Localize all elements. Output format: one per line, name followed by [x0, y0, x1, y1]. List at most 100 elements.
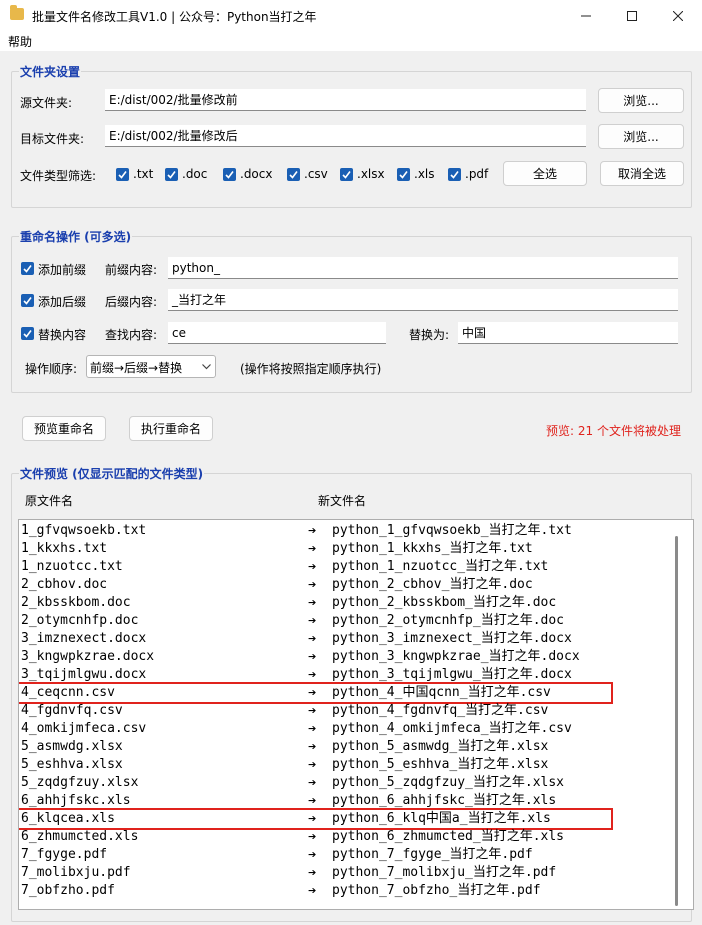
checkmark-icon — [23, 265, 32, 273]
add-prefix-label: 添加前缀 — [38, 263, 87, 277]
checkmark-icon — [167, 171, 176, 179]
chevron-down-icon — [202, 364, 211, 370]
checkmark-icon — [118, 171, 127, 179]
list-item[interactable]: 7_obfzho.pdf ➔ python_7_obfzho_当打之年.pdf — [19, 882, 679, 900]
browse-target-button[interactable]: 浏览... — [598, 124, 684, 149]
list-item[interactable]: 5_zqdgfzuy.xlsx ➔ python_5_zqdgfzuy_当打之年.x… — [19, 774, 679, 792]
new-filename: python_3_kngwpkzrae_当打之年.docx — [332, 649, 580, 664]
list-item[interactable]: 6_zhmumcted.xls ➔ python_6_zhmumcted_当打之年.… — [19, 828, 679, 846]
filter-checkbox[interactable] — [116, 168, 129, 181]
filter-checkbox[interactable] — [223, 168, 236, 181]
prefix-input[interactable]: python_ — [168, 257, 678, 279]
list-item[interactable]: 3_kngwpkzrae.docx ➔ python_3_kngwpkzrae_当打… — [19, 648, 679, 666]
list-item[interactable]: 2_kbsskbom.doc ➔ python_2_kbsskbom_当打之年.do… — [19, 594, 679, 612]
select-all-button[interactable]: 全选 — [503, 161, 587, 186]
filter-label: .doc — [182, 167, 208, 181]
order-label: 操作顺序: — [25, 362, 78, 376]
filter-checkbox[interactable] — [287, 168, 300, 181]
arrow-icon: ➔ — [308, 865, 317, 881]
minimize-button[interactable] — [563, 0, 609, 31]
rename-ops-title: 重命名操作 (可多选) — [19, 228, 133, 245]
add-suffix-label: 添加后缀 — [38, 295, 87, 309]
list-item[interactable]: 2_otymcnhfp.doc ➔ python_2_otymcnhfp_当打之年.… — [19, 612, 679, 630]
scrollbar[interactable] — [675, 536, 678, 906]
list-item[interactable]: 5_asmwdg.xlsx ➔ python_5_asmwdg_当打之年.xlsx — [19, 738, 679, 756]
filter-label: .docx — [240, 167, 273, 181]
arrow-icon: ➔ — [308, 631, 317, 647]
deselect-all-button[interactable]: 取消全选 — [600, 161, 684, 186]
prefix-content-label: 前缀内容: — [105, 263, 158, 277]
find-input[interactable]: ce — [168, 322, 386, 344]
arrow-icon: ➔ — [308, 829, 317, 845]
source-folder-input[interactable]: E:/dist/002/批量修改前 — [105, 89, 586, 111]
maximize-button[interactable] — [609, 0, 655, 31]
list-item[interactable]: 2_cbhov.doc ➔ python_2_cbhov_当打之年.doc — [19, 576, 679, 594]
old-filename: 2_cbhov.doc — [21, 577, 108, 592]
suffix-input[interactable]: _当打之年 — [168, 289, 678, 311]
checkmark-icon — [342, 171, 351, 179]
old-filename: 7_obfzho.pdf — [21, 883, 115, 898]
close-icon — [673, 10, 683, 21]
list-item[interactable]: 5_eshhva.xlsx ➔ python_5_eshhva_当打之年.xlsx — [19, 756, 679, 774]
arrow-icon: ➔ — [308, 613, 317, 629]
new-filename: python_2_kbsskbom_当打之年.doc — [332, 595, 557, 610]
arrow-icon: ➔ — [308, 883, 317, 899]
add-prefix-checkbox[interactable] — [21, 262, 34, 275]
replace-checkbox[interactable] — [21, 327, 34, 340]
new-filename: python_5_asmwdg_当打之年.xlsx — [332, 739, 549, 754]
folder-icon — [10, 5, 24, 20]
status-text: 预览: 21 个文件将被处理 — [546, 424, 681, 438]
list-item[interactable]: 3_imznexect.docx ➔ python_3_imznexect_当打之年… — [19, 630, 679, 648]
order-select[interactable]: 前缀→后缀→替换 — [86, 355, 216, 378]
suffix-content-label: 后缀内容: — [105, 295, 158, 309]
old-filename: 3_kngwpkzrae.docx — [21, 649, 155, 664]
add-suffix-checkbox[interactable] — [21, 294, 34, 307]
list-item[interactable]: 1_kkxhs.txt ➔ python_1_kkxhs_当打之年.txt — [19, 540, 679, 558]
preview-rename-button[interactable]: 预览重命名 — [22, 416, 106, 441]
order-note: (操作将按照指定顺序执行) — [240, 362, 382, 376]
arrow-icon: ➔ — [308, 541, 317, 557]
new-filename: python_6_zhmumcted_当打之年.xls — [332, 829, 565, 844]
list-item[interactable]: 1_nzuotcc.txt ➔ python_1_nzuotcc_当打之年.txt — [19, 558, 679, 576]
arrow-icon: ➔ — [308, 703, 317, 719]
list-item[interactable]: 4_omkijmfeca.csv ➔ python_4_omkijmfeca_当打之… — [19, 720, 679, 738]
arrow-icon: ➔ — [308, 739, 317, 755]
list-item[interactable]: 4_fgdnvfq.csv ➔ python_4_fgdnvfq_当打之年.csv — [19, 702, 679, 720]
list-item[interactable]: 7_fgyge.pdf ➔ python_7_fgyge_当打之年.pdf — [19, 846, 679, 864]
replace-label: 替换内容 — [38, 328, 87, 342]
highlight-box — [19, 808, 613, 830]
order-select-value: 前缀→后缀→替换 — [90, 361, 183, 375]
replace-with-input[interactable]: 中国 — [458, 322, 678, 344]
arrow-icon: ➔ — [308, 775, 317, 791]
old-filename: 5_zqdgfzuy.xlsx — [21, 775, 139, 790]
preview-list[interactable]: 1_gfvqwsoekb.txt ➔ python_1_gfvqwsoekb_当打之… — [18, 519, 694, 910]
minimize-icon — [581, 15, 591, 16]
col-new-name: 新文件名 — [318, 494, 367, 508]
list-item[interactable]: 1_gfvqwsoekb.txt ➔ python_1_gfvqwsoekb_当打之… — [19, 522, 679, 540]
filter-checkbox[interactable] — [448, 168, 461, 181]
filter-checkbox[interactable] — [165, 168, 178, 181]
browse-source-button[interactable]: 浏览... — [598, 88, 684, 113]
old-filename: 6_zhmumcted.xls — [21, 829, 139, 844]
list-item[interactable]: 7_molibxju.pdf ➔ python_7_molibxju_当打之年.pd… — [19, 864, 679, 882]
arrow-icon: ➔ — [308, 577, 317, 593]
filter-label: .csv — [304, 167, 328, 181]
old-filename: 4_fgdnvfq.csv — [21, 703, 123, 718]
folder-settings-title: 文件夹设置 — [19, 63, 82, 80]
checkmark-icon — [289, 171, 298, 179]
old-filename: 5_eshhva.xlsx — [21, 757, 123, 772]
close-button[interactable] — [655, 0, 701, 31]
execute-rename-button[interactable]: 执行重命名 — [129, 416, 213, 441]
checkmark-icon — [23, 297, 32, 305]
old-filename: 3_imznexect.docx — [21, 631, 147, 646]
menu-help[interactable]: 帮助 — [8, 33, 32, 50]
filter-checkbox[interactable] — [397, 168, 410, 181]
target-folder-input[interactable]: E:/dist/002/批量修改后 — [105, 125, 586, 147]
filter-label: .pdf — [465, 167, 489, 181]
old-filename: 7_molibxju.pdf — [21, 865, 131, 880]
checkmark-icon — [225, 171, 234, 179]
checkmark-icon — [23, 330, 32, 338]
arrow-icon: ➔ — [308, 649, 317, 665]
window-title: 批量文件名修改工具V1.0 | 公众号：Python当打之年 — [32, 10, 317, 24]
filter-checkbox[interactable] — [340, 168, 353, 181]
